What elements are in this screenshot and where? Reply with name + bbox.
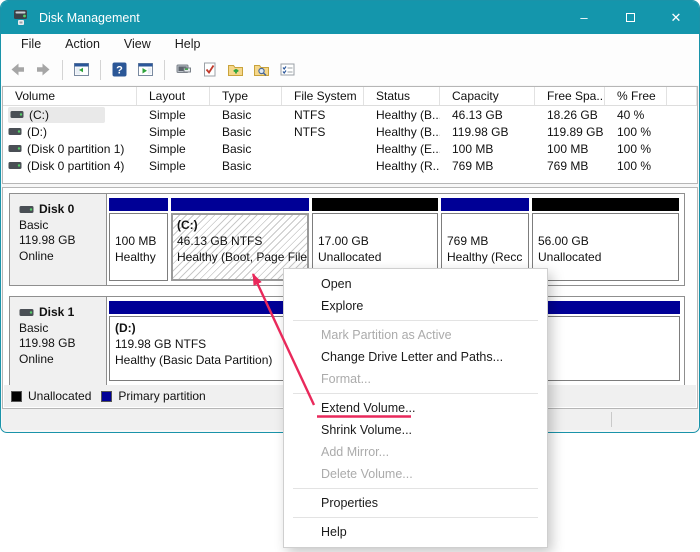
volume-list: Volume Layout Type File System Status Ca… — [2, 86, 698, 184]
remote-popup-icon[interactable] — [173, 59, 194, 81]
forward-icon[interactable] — [33, 59, 54, 81]
menu-file[interactable]: File — [15, 36, 47, 52]
menu-view[interactable]: View — [118, 36, 157, 52]
volume-icon — [8, 144, 22, 153]
partition-system-100mb[interactable]: 100 MBHealthy — [109, 198, 168, 281]
toolbar-separator — [100, 60, 101, 80]
unallocated-bar — [532, 198, 679, 211]
volume-list-header: Volume Layout Type File System Status Ca… — [3, 87, 697, 106]
volume-icon — [10, 110, 24, 119]
primary-partition-bar — [441, 198, 529, 211]
window-title: Disk Management — [39, 11, 140, 25]
col-filler — [667, 87, 697, 105]
col-capacity[interactable]: Capacity — [440, 87, 535, 105]
context-menu: Open Explore Mark Partition as Active Ch… — [283, 268, 548, 548]
menu-item-add-mirror: Add Mirror... — [284, 441, 547, 463]
svg-text:?: ? — [116, 65, 123, 77]
primary-partition-bar — [171, 198, 309, 211]
disk1-status: Online — [19, 352, 106, 368]
col-pct-free[interactable]: % Free — [605, 87, 667, 105]
partition-unallocated-56gb[interactable]: 56.00 GBUnallocated — [532, 198, 679, 281]
find-folder-icon[interactable] — [251, 59, 272, 81]
col-volume[interactable]: Volume — [3, 87, 137, 105]
show-console-tree-icon[interactable] — [71, 59, 92, 81]
export-folder-icon[interactable] — [225, 59, 246, 81]
table-row-partition1[interactable]: (Disk 0 partition 1) Simple Basic Health… — [3, 140, 697, 157]
col-free-space[interactable]: Free Spa... — [535, 87, 605, 105]
check-document-icon[interactable] — [199, 59, 220, 81]
menu-item-delete-volume: Delete Volume... — [284, 463, 547, 485]
menu-item-properties[interactable]: Properties — [284, 492, 547, 514]
toolbar-separator — [62, 60, 63, 80]
menu-bar: File Action View Help — [1, 34, 699, 54]
titlebar: Disk Management – ✕ — [1, 1, 699, 34]
menu-help[interactable]: Help — [169, 36, 207, 52]
disk-management-screenshot: Disk Management – ✕ File Action View Hel… — [0, 0, 700, 552]
table-row-d[interactable]: (D:) Simple Basic NTFS Healthy (B... 119… — [3, 123, 697, 140]
menu-item-help[interactable]: Help — [284, 521, 547, 543]
status-bar-divider — [611, 412, 612, 427]
toolbar: ? — [1, 54, 699, 85]
disk0-type: Basic — [19, 218, 106, 234]
legend-unallocated: Unallocated — [11, 389, 91, 403]
menu-item-mark-partition-active: Mark Partition as Active — [284, 324, 547, 346]
legend-primary-partition: Primary partition — [101, 389, 205, 403]
disk-icon — [19, 205, 34, 214]
disk-icon — [19, 308, 34, 317]
menu-separator — [293, 393, 538, 394]
disk1-type: Basic — [19, 321, 106, 337]
toolbar-separator — [164, 60, 165, 80]
menu-item-open[interactable]: Open — [284, 273, 547, 295]
disk0-label[interactable]: Disk 0 Basic 119.98 GB Online — [10, 194, 107, 285]
primary-partition-swatch — [101, 391, 112, 402]
primary-partition-bar — [109, 198, 168, 211]
menu-item-shrink-volume[interactable]: Shrink Volume... — [284, 419, 547, 441]
table-row-c[interactable]: (C:) Simple Basic NTFS Healthy (B... 46.… — [3, 106, 697, 123]
menu-item-format: Format... — [284, 368, 547, 390]
menu-item-extend-volume[interactable]: Extend Volume... — [284, 397, 547, 419]
back-icon[interactable] — [7, 59, 28, 81]
col-status[interactable]: Status — [364, 87, 440, 105]
caption-buttons: – ✕ — [561, 1, 699, 34]
menu-item-change-drive-letter[interactable]: Change Drive Letter and Paths... — [284, 346, 547, 368]
minimize-button[interactable]: – — [561, 1, 607, 34]
disk0-status: Online — [19, 249, 106, 265]
menu-action[interactable]: Action — [59, 36, 106, 52]
help-icon[interactable]: ? — [109, 59, 130, 81]
show-action-pane-icon[interactable] — [135, 59, 156, 81]
disk1-size: 119.98 GB — [19, 336, 106, 352]
disk0-size: 119.98 GB — [19, 233, 106, 249]
disk-management-app-icon — [12, 9, 30, 26]
unallocated-swatch — [11, 391, 22, 402]
unallocated-bar — [312, 198, 438, 211]
col-file-system[interactable]: File System — [282, 87, 364, 105]
close-button[interactable]: ✕ — [653, 1, 699, 34]
volume-icon — [8, 127, 22, 136]
table-row-partition4[interactable]: (Disk 0 partition 4) Simple Basic Health… — [3, 157, 697, 174]
col-layout[interactable]: Layout — [137, 87, 210, 105]
disk1-label[interactable]: Disk 1 Basic 119.98 GB Online — [10, 297, 107, 385]
volume-icon — [8, 161, 22, 170]
menu-separator — [293, 517, 538, 518]
task-list-icon[interactable] — [277, 59, 298, 81]
menu-separator — [293, 320, 538, 321]
maximize-button[interactable] — [607, 1, 653, 34]
menu-item-explore[interactable]: Explore — [284, 295, 547, 317]
col-type[interactable]: Type — [210, 87, 282, 105]
menu-separator — [293, 488, 538, 489]
